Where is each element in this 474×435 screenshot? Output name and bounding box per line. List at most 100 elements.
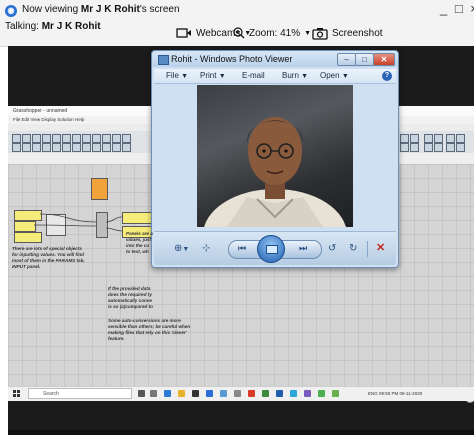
app-icon[interactable] <box>304 390 311 397</box>
tool-icon[interactable] <box>22 143 31 152</box>
tool-icon[interactable] <box>32 134 41 143</box>
tool-icon[interactable] <box>112 143 121 152</box>
next-button[interactable]: ⏭ <box>299 243 307 254</box>
window-title: Rohit - Windows Photo Viewer <box>171 54 293 64</box>
menu-file[interactable]: File ▼ <box>166 71 188 80</box>
menu-print[interactable]: Print ▼ <box>200 71 226 80</box>
tool-icon[interactable] <box>92 134 101 143</box>
tool-icon[interactable] <box>434 143 443 152</box>
menu-email[interactable]: E-mail <box>242 71 265 80</box>
tool-icon[interactable] <box>424 143 433 152</box>
screen-border <box>8 430 474 435</box>
windows-start-icon[interactable] <box>13 390 20 397</box>
rotate-left-button[interactable]: ↺ <box>328 243 336 254</box>
tool-icon[interactable] <box>82 134 91 143</box>
taskbar-search-input[interactable]: Search <box>28 388 132 399</box>
tool-icon[interactable] <box>410 134 419 143</box>
tool-icon[interactable] <box>42 134 51 143</box>
photo-display[interactable] <box>197 85 353 227</box>
tool-icon[interactable] <box>446 134 455 143</box>
tool-icon[interactable] <box>22 134 31 143</box>
tool-icon[interactable] <box>92 143 101 152</box>
tool-icon[interactable] <box>102 143 111 152</box>
mail-icon[interactable] <box>206 390 213 397</box>
menu-open[interactable]: Open ▼ <box>320 71 349 80</box>
tool-icon[interactable] <box>456 143 465 152</box>
tool-icon[interactable] <box>52 143 61 152</box>
app-icon[interactable] <box>220 390 227 397</box>
chevron-down-icon: ▼ <box>181 73 189 80</box>
tool-icon[interactable] <box>122 134 131 143</box>
talking-label: Talking: <box>5 21 42 32</box>
photo-viewer-title-bar[interactable]: Rohit - Windows Photo Viewer – □ ✕ <box>152 51 398 67</box>
chevron-down-icon: ▼ <box>341 73 349 80</box>
tool-icon[interactable] <box>12 143 21 152</box>
tool-icon[interactable] <box>400 134 409 143</box>
tool-icon[interactable] <box>42 143 51 152</box>
store-icon[interactable] <box>192 390 199 397</box>
app-icon[interactable] <box>290 390 297 397</box>
shared-screen[interactable]: Grasshopper - unnamed File Edit View Dis… <box>8 46 474 430</box>
task-view-icon[interactable] <box>138 390 145 397</box>
chevron-down-icon: ▼ <box>301 73 309 80</box>
zoom-control[interactable]: ⊕▼ <box>174 243 189 254</box>
tool-icon[interactable] <box>434 134 443 143</box>
tool-icon[interactable] <box>32 143 41 152</box>
tool-icon[interactable] <box>424 134 433 143</box>
close-button[interactable]: ✕ <box>373 53 395 66</box>
tool-icon[interactable] <box>72 134 81 143</box>
tool-icon[interactable] <box>62 134 71 143</box>
menu-print-label: Print <box>200 71 217 80</box>
screenshot-label: Screenshot <box>332 27 383 39</box>
menu-file-label: File <box>166 71 179 80</box>
tool-icon[interactable] <box>400 143 409 152</box>
tool-icon[interactable] <box>62 143 71 152</box>
zoom-button[interactable]: Zoom: 41% ▼ <box>233 25 311 41</box>
app-icon[interactable] <box>318 390 325 397</box>
share-toolbar: ◉ Now viewing Mr J K Rohit's screen Talk… <box>0 0 474 47</box>
minimize-button[interactable]: – <box>337 53 356 66</box>
app-icon[interactable] <box>276 390 283 397</box>
tool-icon[interactable] <box>52 134 61 143</box>
delete-button[interactable]: ✕ <box>376 241 385 254</box>
viewing-name: Mr J K Rohit <box>80 4 140 15</box>
window-controls[interactable]: _ □ × <box>440 1 474 16</box>
folder-icon[interactable] <box>178 390 185 397</box>
tool-icon[interactable] <box>112 134 121 143</box>
menu-burn[interactable]: Burn ▼ <box>282 71 308 80</box>
tool-icon[interactable] <box>102 134 111 143</box>
chevron-down-icon: ▼ <box>182 246 190 253</box>
actual-size-button[interactable]: ⊹ <box>202 243 210 254</box>
canvas-note: If the provided data does the required t… <box>108 286 153 309</box>
viewing-prefix: Now viewing <box>22 4 81 15</box>
photo-viewer-controls: ⊕▼ ⊹ ⏮ ⏭ ↺ ↻ ✕ <box>154 231 396 265</box>
app-icon[interactable] <box>150 390 157 397</box>
app-icon[interactable] <box>262 390 269 397</box>
tool-icon[interactable] <box>82 143 91 152</box>
divider <box>367 241 368 257</box>
tool-icon[interactable] <box>12 134 21 143</box>
tool-icon[interactable] <box>410 143 419 152</box>
menu-open-label: Open <box>320 71 340 80</box>
app-logo-icon: ◉ <box>5 5 17 17</box>
chrome-icon[interactable] <box>248 390 255 397</box>
edge-icon[interactable] <box>164 390 171 397</box>
previous-button[interactable]: ⏮ <box>238 243 246 254</box>
tool-icon[interactable] <box>456 134 465 143</box>
tool-icon[interactable] <box>446 143 455 152</box>
tool-icon[interactable] <box>72 143 81 152</box>
canvas-note: Some auto-conversions are more sensible … <box>108 318 191 341</box>
talking-name: Mr J K Rohit <box>41 21 101 32</box>
maximize-button[interactable]: □ <box>355 53 374 66</box>
photo-viewer-menubar: File ▼ Print ▼ E-mail Burn ▼ Open ▼ ? <box>154 69 396 84</box>
photo-viewer-window[interactable]: Rohit - Windows Photo Viewer – □ ✕ File … <box>151 50 399 268</box>
portrait-photo <box>204 117 346 227</box>
slideshow-button[interactable] <box>257 235 285 263</box>
rotate-right-button[interactable]: ↻ <box>349 243 357 254</box>
screenshot-button[interactable]: Screenshot <box>312 25 383 41</box>
help-button[interactable]: ? <box>382 71 392 81</box>
system-tray[interactable]: ENG 09:50 PM 09-11-2020 <box>368 389 422 399</box>
app-icon[interactable] <box>234 390 241 397</box>
tool-icon[interactable] <box>122 143 131 152</box>
app-icon[interactable] <box>332 390 339 397</box>
